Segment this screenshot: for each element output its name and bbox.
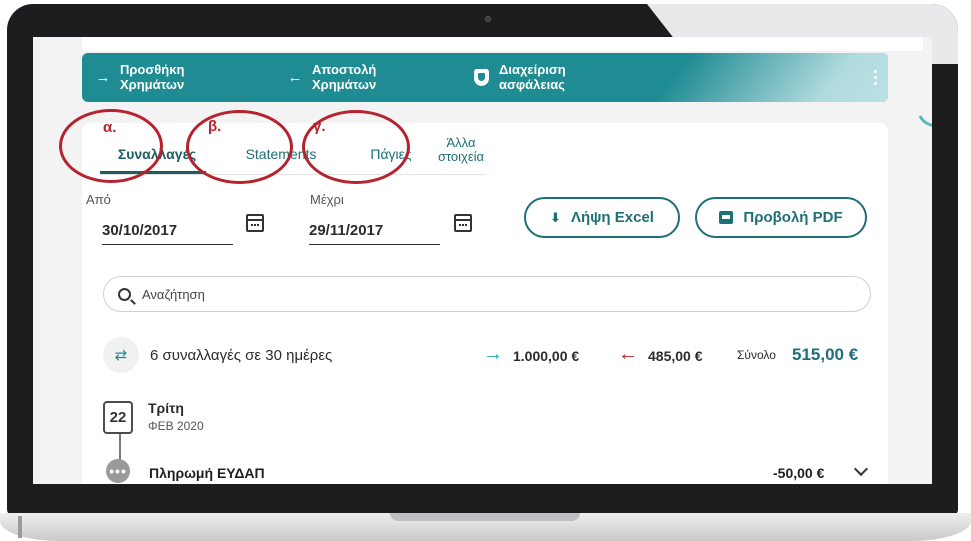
- actions-bar-fade: [652, 53, 888, 102]
- arrow-right-icon: →: [95, 68, 111, 86]
- laptop-base-mark: [18, 516, 22, 538]
- tabs-divider: [100, 174, 485, 175]
- total-value: 515,00 €: [792, 345, 859, 364]
- view-pdf-button[interactable]: Προβολή PDF: [695, 197, 867, 238]
- search-bar[interactable]: [103, 276, 871, 312]
- add-money-button[interactable]: → Προσθήκη Χρημάτων: [95, 62, 230, 92]
- laptop-notch: [390, 513, 580, 521]
- arrow-left-icon: ←: [287, 68, 303, 86]
- tab-other-details[interactable]: Άλλα στοιχεία: [436, 136, 486, 164]
- search-icon: [118, 287, 131, 301]
- send-money-label: Αποστολή Χρημάτων: [312, 62, 377, 92]
- header-strip: [82, 37, 923, 51]
- bezel-bottom: [7, 484, 958, 513]
- timeline-connector: [119, 434, 121, 460]
- quick-actions-bar: → Προσθήκη Χρημάτων ← Αποστολή Χρημάτων …: [82, 53, 888, 102]
- more-dots-icon[interactable]: •••: [106, 459, 130, 483]
- annotation-circle-b: [186, 110, 293, 184]
- from-date-label: Από: [86, 192, 111, 207]
- security-settings-button[interactable]: Διαχείριση ασφάλειας: [474, 62, 609, 92]
- shield-icon: [474, 68, 489, 86]
- to-date-label: Μέχρι: [310, 192, 344, 207]
- incoming-total: 1.000,00 €: [513, 348, 580, 364]
- add-money-label: Προσθήκη Χρημάτων: [120, 62, 185, 92]
- month-year-label: ΦΕΒ 2020: [148, 419, 204, 433]
- annotation-label-b: β.: [208, 118, 222, 135]
- view-pdf-label: Προβολή PDF: [743, 209, 843, 226]
- transaction-name[interactable]: Πληρωμή ΕΥΔΑΠ: [149, 465, 265, 481]
- download-excel-label: Λήψη Excel: [570, 209, 654, 226]
- weekday-label: Τρίτη: [148, 400, 184, 416]
- outgoing-total: 485,00 €: [648, 348, 703, 364]
- calendar-icon[interactable]: [454, 214, 472, 232]
- decorative-curve: [911, 85, 932, 133]
- pdf-icon: [719, 211, 734, 224]
- annotation-label-a: α.: [103, 119, 117, 136]
- transfer-icon: ⇄: [103, 337, 139, 373]
- send-money-button[interactable]: ← Αποστολή Χρημάτων: [287, 62, 422, 92]
- download-icon: ⬇: [550, 209, 561, 225]
- search-input[interactable]: [142, 286, 842, 302]
- transaction-amount: -50,00 €: [773, 465, 825, 481]
- more-options-icon[interactable]: [870, 63, 880, 91]
- total-label: Σύνολο: [737, 348, 776, 362]
- outgoing-arrow-icon: ←: [618, 343, 638, 365]
- download-excel-button[interactable]: ⬇ Λήψη Excel: [524, 197, 680, 238]
- to-date-field[interactable]: 29/11/2017: [309, 222, 440, 245]
- transactions-summary: ⇄ 6 συναλλαγές σε 30 ημέρες → 1.000,00 €…: [103, 337, 883, 375]
- calendar-icon[interactable]: [246, 214, 264, 232]
- webcam-icon: [485, 16, 491, 22]
- annotation-label-c: γ.: [313, 118, 326, 135]
- app-screen: → Προσθήκη Χρημάτων ← Αποστολή Χρημάτων …: [33, 37, 932, 484]
- day-number-badge: 22: [103, 401, 133, 434]
- summary-count-text: 6 συναλλαγές σε 30 ημέρες: [150, 347, 333, 364]
- security-label: Διαχείριση ασφάλειας: [499, 62, 566, 92]
- incoming-arrow-icon: →: [483, 343, 503, 365]
- from-date-field[interactable]: 30/10/2017: [102, 222, 233, 245]
